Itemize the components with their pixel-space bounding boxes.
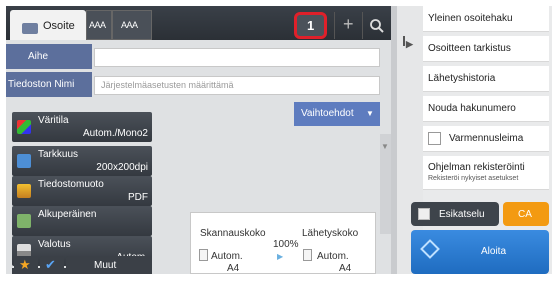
filename-placeholder: Järjestelmäasetusten määrittämä — [101, 80, 234, 90]
original-button[interactable]: Alkuperäinen — [12, 206, 152, 236]
menu-label: Osoitteen tarkistus — [428, 43, 511, 54]
options-dropdown[interactable]: Vaihtoehdot ▼ — [294, 102, 380, 126]
menu-label: Nouda hakunumero — [428, 103, 516, 114]
check-button[interactable]: ✔ — [40, 256, 64, 274]
resolution-button[interactable]: Tarkkuus 200x200dpi — [12, 146, 152, 176]
favorite-button[interactable]: ★ — [14, 256, 38, 274]
tab-address-label: Osoite — [43, 20, 75, 32]
collapse-bar-icon — [403, 36, 413, 46]
subject-field[interactable] — [94, 48, 380, 67]
filename-label-box: Tiedoston Nimi — [6, 72, 92, 97]
ca-button[interactable]: CA — [503, 202, 549, 226]
send-size-label: Lähetyskoko — [302, 228, 359, 239]
menu-label: Lähetyshistoria — [428, 73, 496, 84]
check-icon: ✔ — [45, 257, 56, 272]
preview-label: Esikatselu — [439, 209, 485, 220]
plus-icon: + — [343, 14, 354, 34]
scroll-down-icon: ▼ — [381, 142, 389, 151]
start-label: Aloita — [481, 246, 507, 257]
color-mode-label: Väritila — [38, 115, 69, 126]
resolution-value: 200x200dpi — [96, 162, 148, 173]
address-book-icon — [22, 23, 38, 34]
more-label: Muut — [94, 260, 117, 271]
program-title: Ohjelman rekisteröinti — [428, 162, 525, 173]
resolution-icon — [17, 154, 31, 168]
file-format-button[interactable]: Tiedostomuoto PDF — [12, 176, 152, 206]
color-mode-icon — [17, 120, 31, 134]
menu-label: Varmennusleima — [449, 133, 524, 144]
send-paper-icon — [303, 249, 312, 261]
scan-paper-icon — [199, 249, 208, 261]
color-mode-button[interactable]: Väritila Autom./Mono2 — [12, 112, 152, 142]
tab-cap-2[interactable]: AAA — [112, 10, 152, 40]
more-button[interactable]: Muut — [66, 256, 152, 274]
filename-field[interactable]: Järjestelmäasetusten määrittämä — [94, 76, 380, 95]
subject-label-box: Aihe — [6, 44, 92, 69]
ratio-value: 100% — [273, 239, 299, 250]
preview-icon — [418, 208, 430, 220]
tab-address[interactable]: Osoite — [10, 10, 86, 40]
subject-label: Aihe — [28, 51, 49, 62]
menu-address-check[interactable]: Osoitteen tarkistus — [423, 36, 549, 62]
menu-global-address-search[interactable]: Yleinen osoitehaku — [423, 6, 549, 32]
filename-label: Tiedoston Nimi — [8, 79, 75, 90]
tab-cap-1-label: AAA — [89, 20, 106, 30]
options-label: Vaihtoehdot — [301, 108, 354, 119]
send-paper-value: A4 — [339, 263, 352, 274]
send-mode-value: Autom. — [317, 251, 349, 262]
search-icon — [370, 19, 384, 33]
original-icon — [17, 214, 31, 228]
original-label: Alkuperäinen — [38, 209, 97, 220]
verification-checkbox[interactable] — [428, 132, 441, 145]
ca-label: CA — [518, 209, 532, 220]
file-format-value: PDF — [128, 192, 148, 203]
address-tab-bar: Osoite AAA AAA 1 + — [6, 6, 391, 40]
scan-size-label: Skannauskoko — [200, 228, 266, 239]
file-format-icon — [17, 184, 31, 198]
scrollbar[interactable]: ▼ — [380, 134, 391, 234]
arrow-right-icon: ▶ — [277, 252, 284, 261]
file-format-label: Tiedostomuoto — [38, 179, 104, 190]
menu-label: Yleinen osoitehaku — [428, 13, 513, 24]
one-touch-button[interactable]: 1 — [294, 12, 327, 39]
start-button[interactable]: Aloita — [411, 230, 549, 274]
tab-cap-2-label: AAA — [121, 20, 138, 30]
search-button[interactable] — [362, 12, 388, 39]
scan-size-panel[interactable]: Skannauskoko Lähetyskoko 100% Autom. ▶ A… — [190, 212, 376, 274]
menu-verification-stamp[interactable]: Varmennusleima — [423, 126, 549, 152]
menu-retrieve-number[interactable]: Nouda hakunumero — [423, 96, 549, 122]
start-icon — [420, 239, 440, 259]
chevron-down-icon: ▼ — [366, 109, 374, 118]
scan-paper-value: A4 — [227, 263, 240, 274]
star-icon: ★ — [19, 257, 31, 272]
scan-mode-value: Autom. — [211, 251, 243, 262]
one-touch-label: 1 — [307, 18, 315, 33]
add-address-button[interactable]: + — [334, 12, 360, 39]
exposure-label: Valotus — [38, 239, 71, 250]
menu-program-register[interactable]: Ohjelman rekisteröinti Rekisteröi nykyis… — [423, 156, 549, 190]
color-mode-value: Autom./Mono2 — [82, 128, 148, 139]
preview-button[interactable]: Esikatselu — [411, 202, 499, 226]
resolution-label: Tarkkuus — [38, 149, 79, 160]
menu-send-history[interactable]: Lähetyshistoria — [423, 66, 549, 92]
program-subtitle: Rekisteröi nykyiset asetukset — [428, 175, 519, 182]
scan-screen: Osoite AAA AAA 1 + Aihe Tiedoston Nimi J… — [6, 6, 552, 274]
tab-cap-1[interactable]: AAA — [86, 10, 112, 40]
